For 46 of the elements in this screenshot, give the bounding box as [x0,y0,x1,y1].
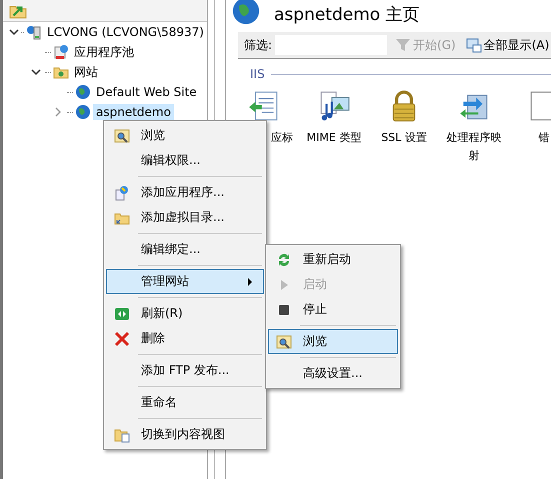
app-pool-icon [53,44,69,60]
content-view-icon [114,426,130,442]
menu-item[interactable]: 重新启动 [268,247,398,272]
refresh-icon [114,306,130,322]
show-all-button[interactable]: 全部显示(A) [464,36,551,54]
restart-icon [276,252,292,268]
menu-item[interactable]: 刷新(R) [106,301,264,326]
tree-item[interactable]: LCVONG (LCVONG\58937) [44,24,207,40]
feature-label[interactable]: MIME 类型 [306,129,362,147]
globe-icon [232,0,260,25]
menu-item[interactable]: 浏览 [106,123,264,148]
menu-item[interactable]: 添加应用程序... [106,180,264,205]
tree-item[interactable]: aspnetdemo [93,104,174,120]
show-all-icon [466,37,482,53]
tree-item[interactable]: Default Web Site [93,84,200,100]
tree-item[interactable]: 网站 [71,62,101,82]
menu-item[interactable]: 管理网站 [106,269,264,294]
menu-item[interactable]: 编辑权限... [106,148,264,173]
menu-item[interactable]: 浏览 [268,329,398,354]
menu-item[interactable]: 添加 FTP 发布... [106,358,264,383]
delete-icon [114,330,130,346]
menu-item[interactable]: 添加虚拟目录... [106,205,264,230]
group-header: IIS [250,67,265,81]
expand-icon[interactable] [53,107,63,117]
collapse-icon[interactable] [9,27,19,37]
menu-item[interactable]: 高级设置... [268,361,398,386]
feature-label[interactable]: SSL 设置 [381,129,427,147]
tree-item[interactable]: 应用程序池 [71,42,137,62]
menu-item[interactable]: 重命名 [106,390,264,415]
server-icon [26,24,42,40]
feature-label[interactable]: 应标 [271,129,293,147]
page-title: aspnetdemo 主页 [274,4,420,26]
feature-label[interactable]: 处理程序映射 [443,129,505,165]
menu-item[interactable]: 编辑绑定... [106,237,264,262]
globe-icon [75,104,91,120]
menu-item[interactable]: 停止 [268,297,398,322]
funnel-icon [395,37,412,53]
feature-label[interactable]: 错 [538,129,550,147]
filter-label: 筛选: [244,36,272,54]
globe-icon [75,84,91,100]
menu-item[interactable]: 切换到内容视图 [106,422,264,447]
menu-item[interactable]: 删除 [106,326,264,351]
app-icon [114,184,130,200]
collapse-icon[interactable] [31,67,41,77]
browse-icon [114,128,130,144]
browse-icon [276,334,292,350]
